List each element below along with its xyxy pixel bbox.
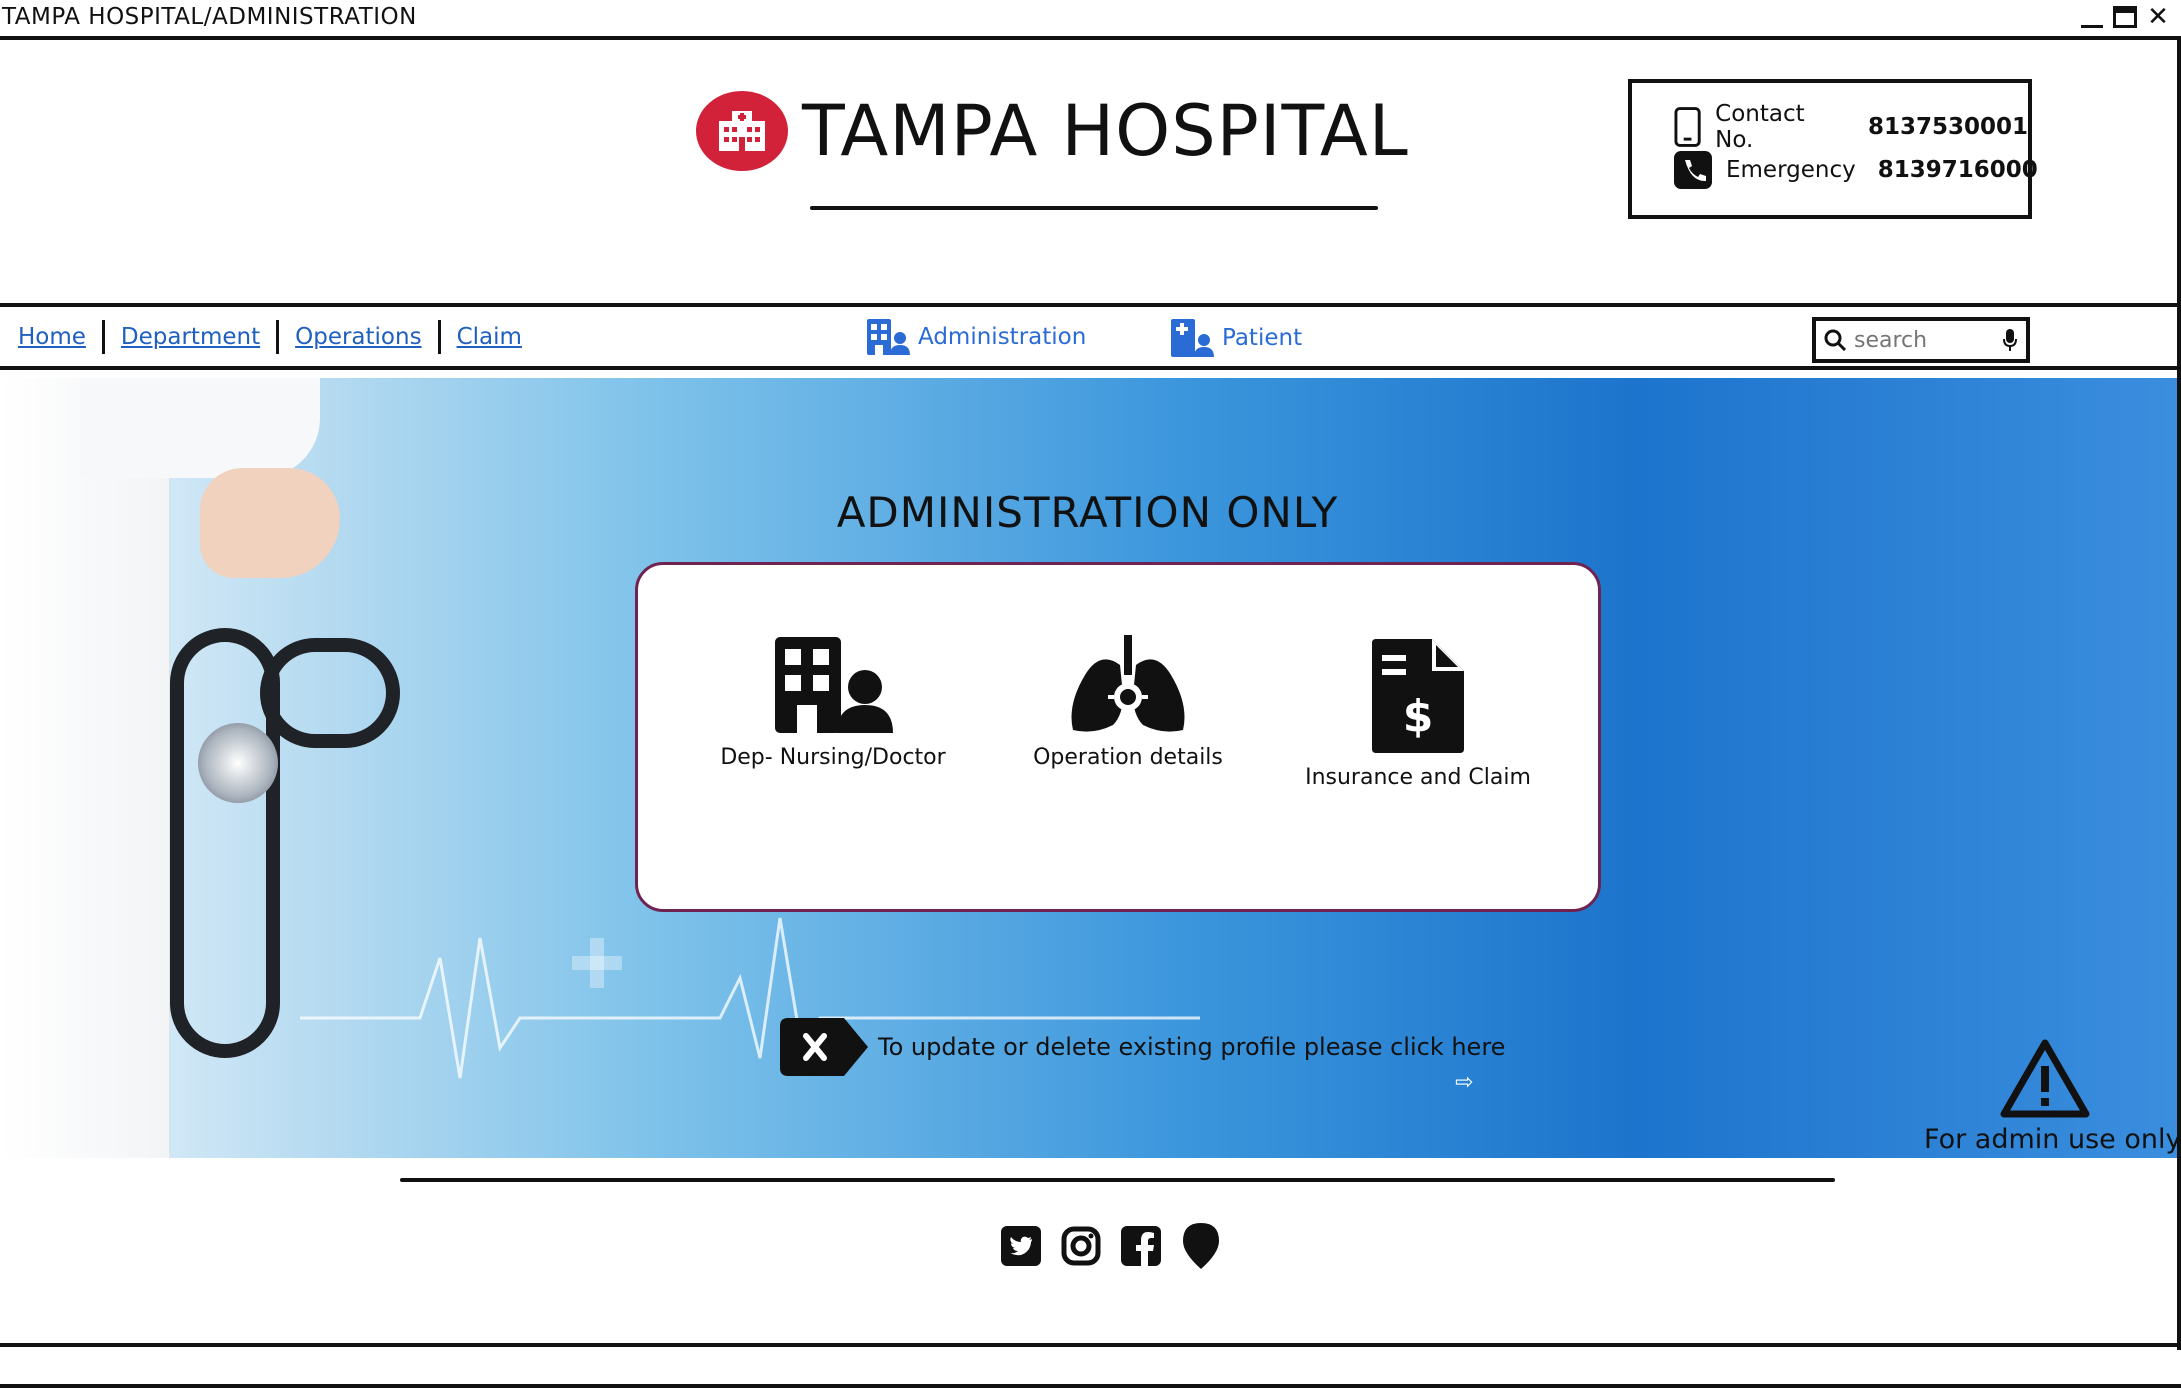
search-icon (1824, 329, 1846, 351)
hospital-logo-icon (696, 91, 788, 171)
contact-row: Contact No. 8137530001 (1674, 101, 2028, 153)
window-border (2177, 40, 2181, 1350)
card-label: Operation details (1033, 745, 1223, 770)
nav-link-claim[interactable]: Claim (457, 324, 522, 350)
page-bottom-border (0, 1343, 2181, 1347)
card-operation-details[interactable]: Operation details (1028, 635, 1228, 770)
tab-administration-label: Administration (918, 324, 1087, 350)
lungs-virus-icon (1071, 635, 1185, 732)
brand-name: TAMPA HOSPITAL (802, 90, 1409, 172)
phone-icon (1674, 151, 1712, 189)
nav-link-department[interactable]: Department (121, 324, 260, 350)
maximize-icon[interactable] (2113, 6, 2137, 28)
search-box[interactable] (1812, 317, 2030, 363)
nav-separator (437, 320, 441, 354)
location-pin-icon[interactable] (1180, 1223, 1222, 1269)
window-title: TAMPA HOSPITAL/ADMINISTRATION (2, 4, 417, 30)
social-links (1000, 1223, 1222, 1269)
window-titlebar: TAMPA HOSPITAL/ADMINISTRATION ✕ (0, 0, 2181, 40)
admin-options-card: Dep- Nursing/Doctor Operation details $ … (635, 562, 1601, 912)
svg-text:$: $ (1403, 691, 1434, 742)
window-controls: ✕ (2079, 2, 2171, 32)
contact-box: Contact No. 8137530001 Emergency 8139716… (1628, 79, 2038, 219)
contact-label: Contact No. (1715, 101, 1805, 153)
patient-icon (1171, 319, 1214, 357)
close-icon[interactable]: ✕ (2145, 2, 2171, 32)
facebook-icon[interactable] (1120, 1225, 1162, 1267)
building-user-icon (867, 319, 910, 355)
minimize-icon[interactable] (2079, 4, 2105, 30)
update-profile-text: To update or delete existing profile ple… (878, 1033, 1506, 1061)
delete-icon (780, 1018, 868, 1076)
mobile-phone-icon (1674, 107, 1701, 147)
arrow-right-icon[interactable]: ⇨ (1455, 1070, 1473, 1095)
tab-patient[interactable]: Patient (1170, 318, 1302, 358)
update-profile-link[interactable]: To update or delete existing profile ple… (780, 1018, 1505, 1076)
warning-icon (2000, 1039, 2090, 1118)
brand-logo[interactable]: TAMPA HOSPITAL (696, 90, 1409, 172)
contact-number[interactable]: 8137530001 (1868, 114, 2028, 140)
nav-link-operations[interactable]: Operations (295, 324, 421, 350)
search-input[interactable] (1854, 327, 1994, 353)
building-user-icon (775, 637, 893, 733)
nav-link-home[interactable]: Home (18, 324, 86, 350)
card-label: Dep- Nursing/Doctor (720, 745, 946, 770)
card-insurance-claim[interactable]: $ Insurance and Claim (1288, 635, 1548, 790)
hero-banner: ADMINISTRATION ONLY Dep- Nursing/Doctor … (0, 378, 2177, 1158)
nav-border-bottom (0, 366, 2181, 370)
admin-warning-text: For admin use only (1924, 1124, 2177, 1155)
microphone-icon[interactable] (2002, 328, 2018, 352)
instagram-icon[interactable] (1060, 1225, 1102, 1267)
stethoscope-chestpiece-image (198, 723, 278, 803)
doctor-sleeve-image (80, 378, 320, 478)
nav-separator (276, 320, 280, 354)
tab-administration[interactable]: Administration (866, 318, 1086, 356)
stethoscope-tube-image (260, 638, 400, 748)
emergency-label: Emergency (1726, 157, 1856, 183)
nav-border-top (0, 303, 2181, 307)
window-bottom-border (0, 1384, 2181, 1388)
emergency-row: Emergency 8139716000 (1674, 151, 2038, 189)
emergency-number[interactable]: 8139716000 (1878, 157, 2038, 183)
card-nursing-doctor[interactable]: Dep- Nursing/Doctor (718, 635, 948, 770)
nav-separator (101, 320, 105, 354)
file-invoice-dollar-icon: $ (1372, 639, 1464, 753)
footer-divider (400, 1178, 1835, 1182)
page-title: ADMINISTRATION ONLY (836, 488, 1339, 537)
twitter-icon[interactable] (1000, 1225, 1042, 1267)
brand-underline (810, 206, 1378, 210)
main-nav: Home Department Operations Claim (18, 320, 522, 354)
tab-patient-label: Patient (1222, 325, 1303, 351)
card-label: Insurance and Claim (1305, 765, 1531, 790)
stethoscope-image (170, 628, 280, 1058)
